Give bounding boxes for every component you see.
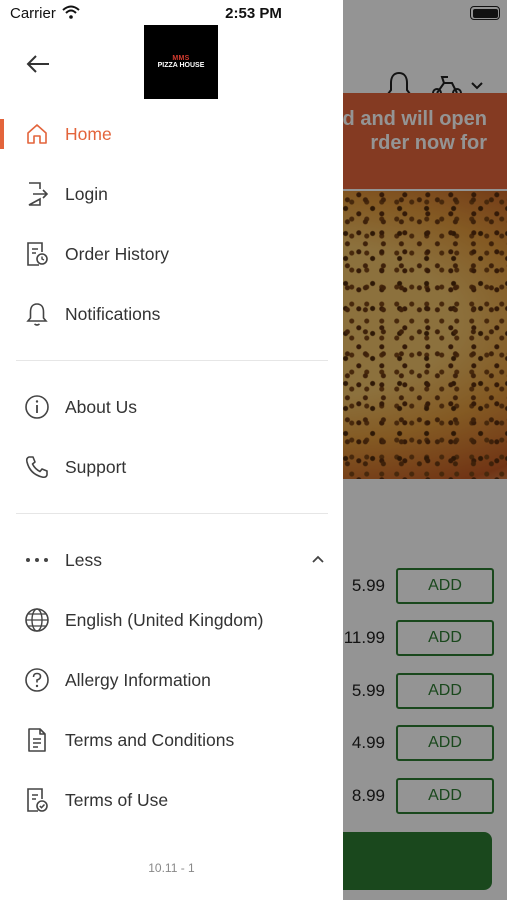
menu-item-label: Notifications (65, 303, 161, 324)
app-version: 10.11 - 1 (148, 861, 195, 875)
navigation-drawer: MMS PIZZA HOUSE Home Login Order History… (0, 0, 343, 900)
menu-item-terms-and-conditions[interactable]: Terms and Conditions (0, 715, 343, 765)
menu-item-label: Support (65, 456, 127, 477)
login-icon (24, 181, 50, 207)
phone-icon (24, 454, 50, 480)
less-toggle[interactable]: Less (0, 535, 343, 585)
menu-item-support[interactable]: Support (0, 442, 343, 492)
chevron-up-icon[interactable] (311, 553, 325, 565)
bell-icon (24, 301, 50, 327)
menu-divider (16, 360, 328, 361)
menu-item-home[interactable]: Home (0, 109, 343, 159)
document-icon (24, 727, 50, 753)
menu-item-label: Allergy Information (65, 669, 211, 690)
menu-item-language[interactable]: English (United Kingdom) (0, 595, 343, 645)
status-bar: Carrier 2:53 PM (0, 0, 507, 28)
logo-line1: MMS (172, 55, 190, 62)
home-icon (24, 121, 50, 147)
menu-item-notifications[interactable]: Notifications (0, 289, 343, 339)
restaurant-logo: MMS PIZZA HOUSE (144, 25, 218, 99)
less-label: Less (65, 549, 102, 570)
menu-item-label: Login (65, 183, 108, 204)
order-history-icon (24, 241, 50, 267)
menu-item-about-us[interactable]: About Us (0, 382, 343, 432)
logo-line2: PIZZA HOUSE (157, 62, 205, 69)
back-button[interactable] (22, 48, 54, 80)
more-dots-icon (24, 547, 50, 573)
battery-icon (470, 6, 500, 20)
info-icon (24, 394, 50, 420)
globe-icon (24, 607, 50, 633)
clock: 2:53 PM (225, 5, 282, 22)
menu-item-login[interactable]: Login (0, 169, 343, 219)
menu-divider (16, 513, 328, 514)
menu-item-allergy-information[interactable]: Allergy Information (0, 655, 343, 705)
menu-item-terms-of-use[interactable]: Terms of Use (0, 775, 343, 825)
menu-item-label: Home (65, 123, 112, 144)
menu-item-label: Terms of Use (65, 789, 169, 810)
question-icon (24, 667, 50, 693)
document-check-icon (24, 787, 50, 813)
menu-item-label: English (United Kingdom) (65, 609, 264, 630)
menu-item-label: About Us (65, 396, 137, 417)
menu-item-order-history[interactable]: Order History (0, 229, 343, 279)
menu-item-label: Order History (65, 243, 170, 264)
menu-item-label: Terms and Conditions (65, 729, 235, 750)
arrow-left-icon (26, 55, 49, 73)
